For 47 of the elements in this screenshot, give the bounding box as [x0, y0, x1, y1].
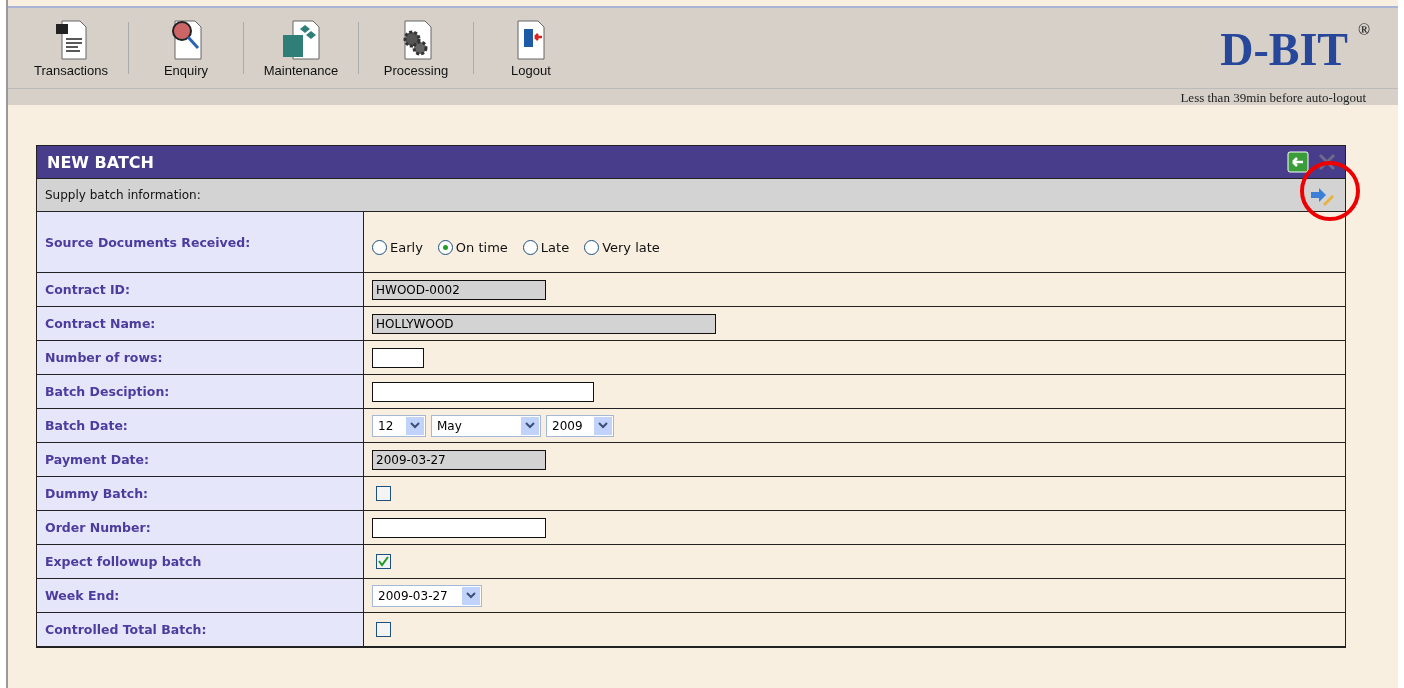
session-notice: Less than 39min before auto-logout: [1180, 89, 1366, 105]
caret-icon: [598, 422, 608, 429]
dropdown[interactable]: 2009: [546, 414, 614, 437]
text-field[interactable]: [372, 347, 424, 368]
toolbar-button[interactable]: Enquiry: [131, 18, 241, 78]
cubes-icon: [281, 18, 321, 61]
text-field[interactable]: HWOOD-0002: [372, 279, 546, 300]
checkbox[interactable]: [376, 486, 391, 501]
text-field[interactable]: 2009-03-27: [372, 449, 546, 470]
magnifier-icon: [169, 18, 203, 61]
dropdown[interactable]: 2009-03-27: [372, 584, 482, 607]
field-label-cell: Source Documents Received:: [37, 212, 364, 272]
toolbar-button[interactable]: Logout: [476, 18, 586, 78]
panel-title: NEW BATCH: [47, 152, 154, 172]
field-label-cell: Batch Date:: [37, 409, 364, 442]
field-label-cell: Week End:: [37, 579, 364, 612]
field-label-cell: Controlled Total Batch:: [37, 613, 364, 646]
checkbox[interactable]: [376, 622, 391, 637]
text-field[interactable]: HOLLYWOOD: [372, 313, 716, 334]
checkbox[interactable]: [376, 554, 391, 569]
highlight-circle: [1298, 159, 1362, 223]
text-field[interactable]: [372, 381, 594, 402]
text-field[interactable]: [372, 517, 546, 538]
field-label-cell: Contract ID:: [37, 273, 364, 306]
field-label-cell: Order Number:: [37, 511, 364, 544]
field-label-cell: Expect followup batch: [37, 545, 364, 578]
radio-option[interactable]: Early: [372, 239, 423, 255]
field-label-cell: Payment Date:: [37, 443, 364, 476]
logo: D-BIT $^{®}$: [1220, 20, 1370, 76]
radio-option[interactable]: Late: [522, 239, 570, 255]
field-label-cell: Batch Desciption:: [37, 375, 364, 408]
document-icon: [54, 18, 88, 61]
caret-icon: [466, 592, 476, 599]
caret-icon: [525, 422, 535, 429]
panel-subtitle: Supply batch information:: [45, 188, 201, 202]
field-label-cell: Number of rows:: [37, 341, 364, 374]
dropdown[interactable]: May: [431, 414, 541, 437]
toolbar-button[interactable]: Maintenance: [246, 18, 356, 78]
radio-option[interactable]: Very late: [584, 239, 660, 255]
field-label-cell: Contract Name:: [37, 307, 364, 340]
dropdown[interactable]: 12: [372, 414, 426, 437]
toolbar-button[interactable]: Transactions: [16, 18, 126, 78]
toolbar-button[interactable]: Processing: [361, 18, 471, 78]
exit-door-icon: [514, 18, 548, 61]
caret-icon: [410, 422, 420, 429]
radio-option[interactable]: On time: [437, 239, 508, 255]
field-label-cell: Dummy Batch:: [37, 477, 364, 510]
